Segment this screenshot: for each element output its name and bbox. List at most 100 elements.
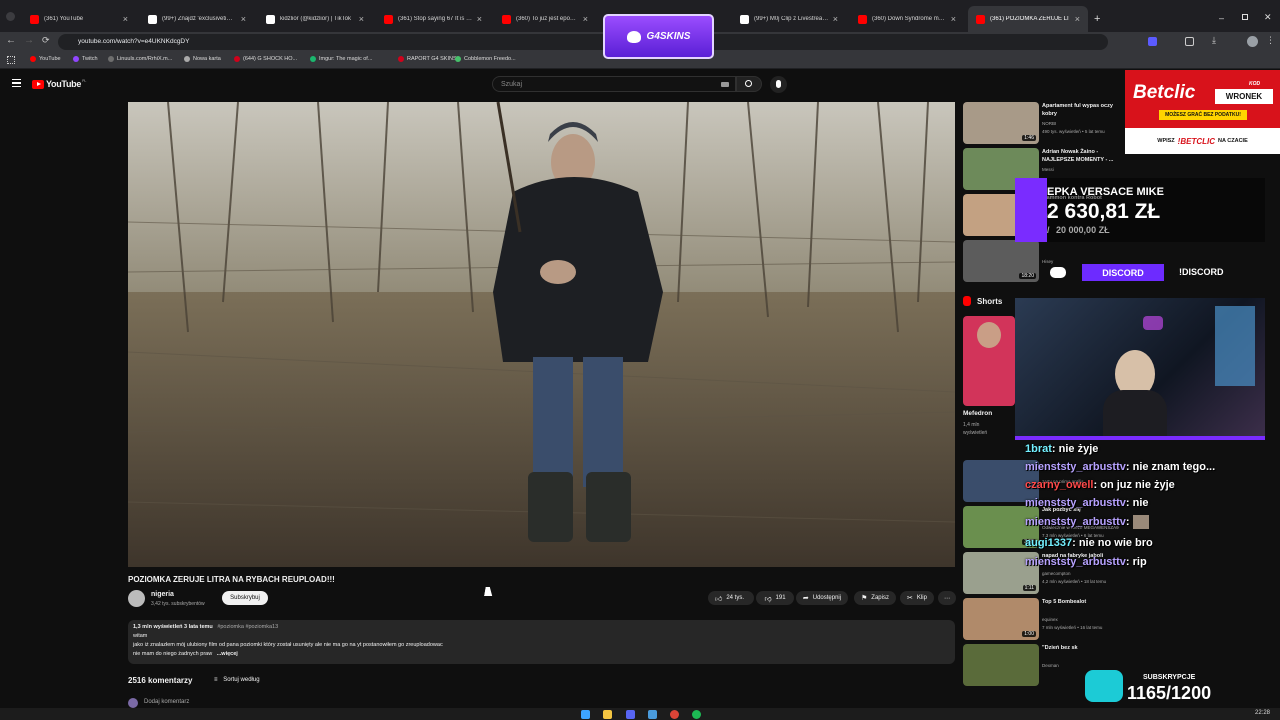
hamburger-menu-icon[interactable]: [12, 79, 21, 87]
extensions-icon[interactable]: [1148, 37, 1157, 46]
sort-comments-button[interactable]: ≡ Sortuj według: [214, 677, 260, 683]
voice-search-button[interactable]: [770, 76, 787, 93]
short-views: 1,4 mln: [963, 422, 980, 428]
shorts-icon: [963, 296, 971, 306]
url-input[interactable]: youtube.com/watch?v=e4UKNKdcgDY: [58, 34, 1108, 50]
share-button[interactable]: ➦ Udostępnij: [796, 591, 848, 605]
channel-name[interactable]: nigeria: [151, 591, 174, 598]
spotify-icon[interactable]: [692, 710, 701, 719]
bookmark-label: RAPORT G4 SKINS: [407, 56, 457, 62]
new-tab-button[interactable]: +: [1094, 13, 1100, 25]
video-thumbnail[interactable]: 1:46: [963, 102, 1039, 144]
tab[interactable]: (360) Down Syndrome man, im ×: [850, 6, 964, 32]
video-thumbnail[interactable]: [963, 644, 1039, 686]
tab-close-icon[interactable]: ×: [477, 14, 482, 24]
clip-button[interactable]: ✂ Klip: [900, 591, 934, 605]
user-avatar: [128, 698, 138, 708]
app-icon[interactable]: [648, 710, 657, 719]
chrome-icon[interactable]: [670, 710, 679, 719]
search-input[interactable]: Szukaj: [492, 76, 736, 92]
dislike-button[interactable]: 👎︎ 191: [756, 591, 794, 605]
chat-message: 1brat: nie żyje: [1025, 443, 1098, 455]
puzzle-icon[interactable]: [1185, 37, 1194, 46]
tab[interactable]: kidzlior (@kidzlior) | TikTok ×: [258, 6, 372, 32]
keyboard-icon[interactable]: [721, 82, 729, 87]
bookmark-item[interactable]: Twitch: [73, 56, 98, 62]
add-comment-input[interactable]: Dodaj komentarz: [144, 699, 189, 705]
like-button[interactable]: 👍︎ 24 tys.: [708, 591, 754, 605]
tab-close-icon[interactable]: ×: [123, 14, 128, 24]
tab[interactable]: (360) To już jest epoka kodowan ×: [494, 6, 596, 32]
suggested-video[interactable]: 1:00 Top 5 Bombealot equinex 7 mln wyświetl…: [963, 598, 1203, 640]
search-button[interactable]: [736, 76, 762, 92]
tab-favicon-icon: [858, 14, 867, 24]
video-thumbnail[interactable]: 18:20: [963, 240, 1039, 282]
youtube-region: PL: [82, 78, 87, 83]
menu-icon[interactable]: ⋮: [1266, 35, 1275, 46]
maximize-button[interactable]: [1242, 14, 1248, 20]
tab-close-icon[interactable]: ×: [583, 14, 588, 24]
discord-taskbar-icon[interactable]: [626, 710, 635, 719]
channel-avatar[interactable]: [128, 590, 145, 607]
hashtags[interactable]: #poziomka #poziomka13: [217, 624, 278, 630]
chat-separator: :: [1125, 497, 1133, 509]
save-button[interactable]: ⚑ Zapisz: [854, 591, 896, 605]
tab-title: (360) Down Syndrome man, im: [872, 16, 947, 22]
short-thumbnail[interactable]: [963, 316, 1015, 406]
tab-close-icon[interactable]: ×: [241, 14, 246, 24]
goal-target: 20 000,00 ZŁ: [1056, 225, 1110, 235]
back-icon[interactable]: ←: [6, 35, 16, 46]
show-more-link[interactable]: ...więcej: [217, 651, 238, 657]
video-thumbnail[interactable]: 1:00: [963, 598, 1039, 640]
bookmark-favicon-icon: [234, 56, 240, 62]
bookmark-item[interactable]: Cobblemon Freedo...: [455, 56, 516, 62]
tab[interactable]: (361) POZIOMKA ZERUJE LI ×: [968, 6, 1088, 32]
tab-title: (361) Stop saying 67 It is almost: [398, 16, 473, 22]
bookmark-item[interactable]: Nowa karta: [184, 56, 221, 62]
tab[interactable]: (99+) Znajdź 'exclusivetime.kric ×: [140, 6, 254, 32]
description-box[interactable]: 1,3 mln wyświetleń 3 lata temu #poziomka…: [128, 620, 955, 664]
minimize-button[interactable]: –: [1219, 13, 1224, 23]
bookmark-item[interactable]: Imgur: The magic of...: [310, 56, 372, 62]
chat-username: mienststy_arbusttv: [1025, 515, 1126, 528]
tab[interactable]: (361) YouTube ×: [22, 6, 136, 32]
subs-count: 1165/1200: [1127, 683, 1212, 703]
subs-icon: [1085, 670, 1123, 702]
mouse-cursor: [484, 587, 494, 596]
forward-icon[interactable]: →: [24, 35, 34, 46]
youtube-play-icon: [32, 79, 44, 89]
reload-icon[interactable]: ⟳: [42, 35, 50, 46]
url-text: youtube.com/watch?v=e4UKNKdcgDY: [78, 38, 190, 45]
tab-close-icon[interactable]: ×: [951, 14, 956, 24]
download-icon[interactable]: ⤓: [1212, 35, 1216, 46]
search-icon: [745, 80, 752, 87]
file-explorer-icon[interactable]: [603, 710, 612, 719]
close-window-button[interactable]: ✕: [1264, 12, 1272, 23]
youtube-logo[interactable]: YouTube PL: [32, 79, 86, 89]
video-player[interactable]: [128, 102, 955, 567]
suggested-video-meta: 4,2 mln wyświetleń • 18 lat temu: [1042, 579, 1107, 584]
suggested-video-title: "Dzień bez sk: [1042, 645, 1078, 651]
windows-start-icon[interactable]: [581, 710, 590, 719]
bookmark-favicon-icon: [184, 56, 190, 62]
profile-avatar[interactable]: [1247, 36, 1258, 47]
tab-close-icon[interactable]: ×: [359, 14, 364, 24]
tab-close-icon[interactable]: ×: [833, 14, 838, 24]
webcam-overlay: [1015, 298, 1265, 440]
tab-search-icon[interactable]: [6, 12, 15, 21]
apps-icon[interactable]: [7, 56, 15, 64]
tab-close-icon[interactable]: ×: [1075, 14, 1080, 24]
sort-label: Sortuj według: [223, 677, 260, 683]
bookmark-item[interactable]: Linuuls.com/RrhiX.m...: [108, 56, 172, 62]
description-line-3: nie mam do niego żadnych praw: [133, 651, 213, 657]
more-actions-button[interactable]: ⋯: [938, 591, 956, 605]
subscribe-button[interactable]: Subskrybuj: [222, 591, 268, 605]
tab[interactable]: (361) Stop saying 67 It is almost ×: [376, 6, 490, 32]
description-line-2: jako iż znalazłem mój ulubiony film od p…: [133, 642, 443, 648]
bookmark-item[interactable]: YouTube: [30, 56, 61, 62]
bookmark-item[interactable]: (644) G SHOCK HO...: [234, 56, 297, 62]
microphone-icon: [776, 80, 781, 88]
tab[interactable]: (99+) M0j Clip z Livestreams Bi ×: [732, 6, 846, 32]
bookmark-item[interactable]: RAPORT G4 SKINS: [398, 56, 457, 62]
suggested-video-meta: 7 mln wyświetleń • 16 lat temu: [1042, 625, 1103, 630]
